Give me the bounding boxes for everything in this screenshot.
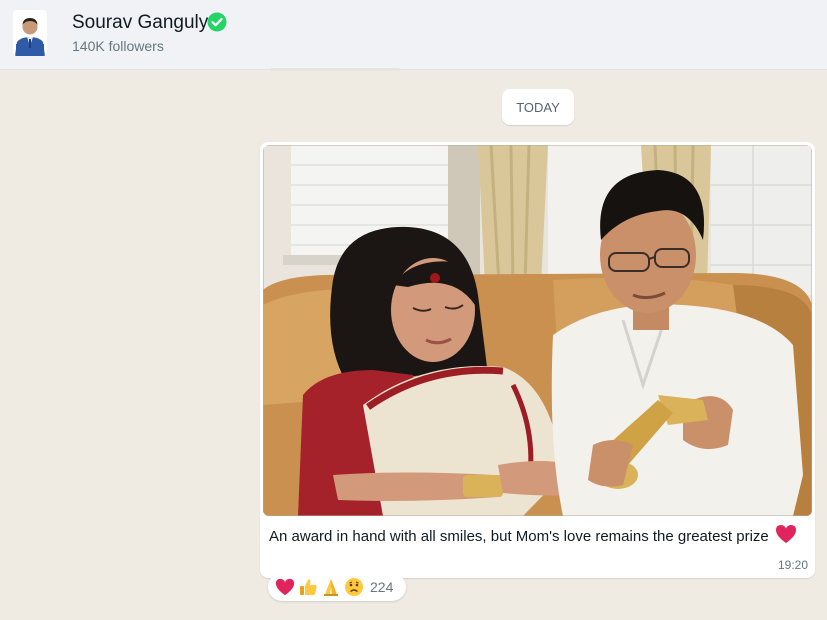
message-photo[interactable] [263,145,812,516]
follower-count: 140K followers [72,38,164,54]
red-heart-icon [775,524,797,544]
folded-hands-icon[interactable] [321,577,341,597]
verified-check-icon [207,12,227,32]
date-divider: TODAY [502,89,574,125]
red-heart-icon[interactable] [275,577,295,597]
message-time: 19:20 [777,558,808,572]
reaction-bar[interactable]: 224 [268,573,406,601]
message-caption: An award in hand with all smiles, but Mo… [269,524,799,548]
sad-face-icon[interactable] [344,577,364,597]
channel-name[interactable]: Sourav Ganguly [72,12,208,34]
reaction-count: 224 [370,579,394,595]
avatar[interactable] [13,10,47,56]
message-bubble[interactable]: An award in hand with all smiles, but Mo… [260,142,815,578]
channel-header[interactable]: Sourav Ganguly 140K followers [0,0,827,70]
thumbs-up-icon[interactable] [298,577,318,597]
caption-text: An award in hand with all smiles, but Mo… [269,528,769,545]
